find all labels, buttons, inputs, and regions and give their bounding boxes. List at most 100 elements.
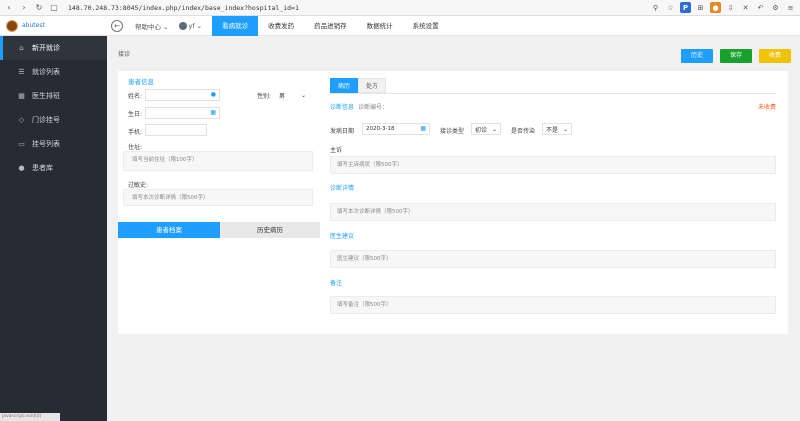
user-name: abutest (22, 22, 45, 29)
extension-icon[interactable]: ● (710, 2, 721, 13)
user-menu[interactable]: yf ⌄ (178, 21, 202, 30)
user-icon: ● (210, 91, 216, 98)
tab-charge[interactable]: 收费发药 (258, 16, 304, 36)
remark-textarea[interactable]: 填写备注（限500字） (330, 296, 776, 314)
help-label: 帮助中心 (135, 22, 161, 31)
back-arrow-icon[interactable]: ‹ (3, 2, 15, 14)
visit-date-label: 发病日期 (330, 128, 355, 135)
list-icon: ☰ (18, 68, 25, 76)
undo-icon[interactable]: ↶ (755, 2, 766, 13)
sidebar-item-visit-list[interactable]: ☰ 就诊列表 (0, 60, 107, 84)
chevron-down-icon: ⌄ (491, 125, 497, 133)
birthday-field[interactable]: ▦ (145, 107, 220, 119)
close-tab-icon[interactable]: ✕ (740, 2, 751, 13)
name-field[interactable]: ● (145, 89, 220, 101)
gender-label: 性别: (257, 93, 272, 100)
gender-value: 男 (279, 92, 286, 100)
infectious-label: 是否传染 (511, 128, 536, 135)
chief-textarea[interactable]: 填写主诉病状（限500字） (330, 156, 776, 174)
forward-arrow-icon[interactable]: › (18, 2, 30, 14)
tab-visit[interactable]: 看病就诊 (212, 15, 259, 36)
tab-inventory[interactable]: 药品进销存 (304, 16, 357, 36)
tab-prescription[interactable]: 处方 (358, 78, 386, 93)
phone-label: 手机: (128, 129, 143, 136)
allergy-textarea[interactable]: 填写本次诊断详情（限500字） (123, 189, 313, 206)
tab-record[interactable]: 病历 (330, 78, 358, 93)
sidebar: abutest ⌂ 新开就诊 ☰ 就诊列表 ▦ 医生排班 ◇ 门诊挂号 ▭ 挂号… (0, 16, 107, 421)
refresh-icon[interactable]: ↻ (33, 2, 45, 14)
star-icon[interactable]: ☆ (665, 2, 676, 13)
address-bar[interactable]: 148.70.248.73:8045/index.php/index/base_… (68, 4, 299, 12)
detail-label: 诊断详情 (330, 185, 355, 192)
avatar[interactable] (6, 19, 18, 32)
history-record-button[interactable]: 历史病历 (220, 222, 320, 238)
status-text: javascript:void(0) (0, 413, 60, 421)
visit-type-select[interactable]: 初诊 ⌄ (471, 123, 501, 135)
visit-type-label: 接诊类型 (440, 128, 465, 135)
sidebar-item-label: 就诊列表 (32, 68, 60, 76)
patient-info-title: 患者信息 (128, 78, 154, 86)
name-label: 姓名: (128, 93, 143, 100)
browser-toolbar: ‹ › ↻ ▢ 148.70.248.73:8045/index.php/ind… (0, 0, 800, 16)
sidebar-item-registration-list[interactable]: ▭ 挂号列表 (0, 132, 107, 156)
tab-stats[interactable]: 数据统计 (357, 16, 403, 36)
diag-no-label: 诊断编号： (358, 104, 389, 111)
divider (330, 93, 776, 94)
history-button[interactable]: 历史 (681, 49, 713, 63)
back-circle-icon[interactable]: ← (111, 19, 123, 32)
infectious-value: 不是 (546, 126, 559, 134)
main-panel: 患者信息 姓名: ● 性别: 男 ⌄ 生日: ▦ 手机: 住址: 填写当前住址（… (118, 71, 788, 334)
sidebar-item-label: 挂号列表 (32, 140, 60, 148)
tab-settings[interactable]: 系统设置 (403, 16, 449, 36)
sidebar-item-new-visit[interactable]: ⌂ 新开就诊 (0, 36, 107, 60)
address-label: 住址: (128, 144, 143, 151)
download-icon[interactable]: ⇩ (725, 2, 736, 13)
sidebar-item-schedule[interactable]: ▦ 医生排班 (0, 84, 107, 108)
chief-label: 主诉 (330, 147, 343, 154)
phone-field[interactable] (145, 124, 207, 136)
visit-type-value: 初诊 (475, 126, 488, 134)
translate-icon[interactable]: ⊞ (695, 2, 706, 13)
tabs-icon[interactable]: ▢ (48, 2, 60, 14)
sidebar-item-label: 医生排班 (32, 92, 60, 100)
top-nav: ← 帮助中心 ⌄ yf ⌄ 看病就诊 收费发药 药品进销存 数据统计 系统设置 (107, 15, 800, 36)
sidebar-item-label: 门诊挂号 (32, 116, 60, 124)
breadcrumb: 接诊 (118, 51, 131, 58)
detail-textarea[interactable]: 填写本次诊断详情（限500字） (330, 203, 776, 221)
home-icon: ⌂ (19, 44, 24, 52)
infectious-select[interactable]: 不是 ⌄ (542, 123, 572, 135)
sidebar-item-patients[interactable]: ● 患者库 (0, 156, 107, 180)
remark-label: 备注 (330, 280, 343, 287)
advice-label: 医生建议 (330, 233, 355, 240)
sidebar-item-label: 患者库 (32, 164, 53, 172)
calendar-icon: ▦ (210, 109, 216, 116)
visit-date-field[interactable]: 2020-3-18 ▦ (362, 123, 430, 135)
user-icon: ● (18, 164, 25, 172)
settings-icon[interactable]: ⚙ (770, 2, 781, 13)
calendar-icon: ▦ (420, 125, 426, 132)
sidebar-user: abutest (0, 16, 107, 36)
patient-archive-button[interactable]: 患者档案 (118, 222, 220, 238)
sidebar-item-registration[interactable]: ◇ 门诊挂号 (0, 108, 107, 132)
calendar-icon: ▦ (18, 92, 25, 100)
avatar (178, 21, 187, 30)
menu-icon[interactable]: ≡ (785, 2, 796, 13)
tag-icon: ◇ (18, 116, 25, 124)
birthday-label: 生日: (128, 111, 143, 118)
diag-info-label: 诊断信息 (330, 104, 355, 111)
advice-textarea[interactable]: 医生建议（限500字） (330, 250, 776, 268)
status-badge: 未收费 (757, 104, 776, 111)
gender-select[interactable]: 男 ⌄ (276, 89, 309, 101)
card-icon: ▭ (18, 140, 25, 148)
charge-button[interactable]: 收费 (759, 49, 791, 63)
save-button[interactable]: 保存 (720, 49, 752, 63)
link-icon[interactable]: ⚲ (650, 2, 661, 13)
chevron-down-icon: ⌄ (300, 91, 306, 99)
help-center[interactable]: 帮助中心 ⌄ (135, 21, 169, 31)
p-extension-icon[interactable]: P (680, 2, 691, 13)
visit-date-value: 2020-3-18 (366, 126, 395, 132)
allergy-label: 过敏史: (128, 182, 149, 189)
user-label: yf (188, 21, 195, 30)
chevron-down-icon: ⌄ (562, 125, 568, 133)
address-textarea[interactable]: 填写当前住址（限100字） (123, 151, 313, 171)
